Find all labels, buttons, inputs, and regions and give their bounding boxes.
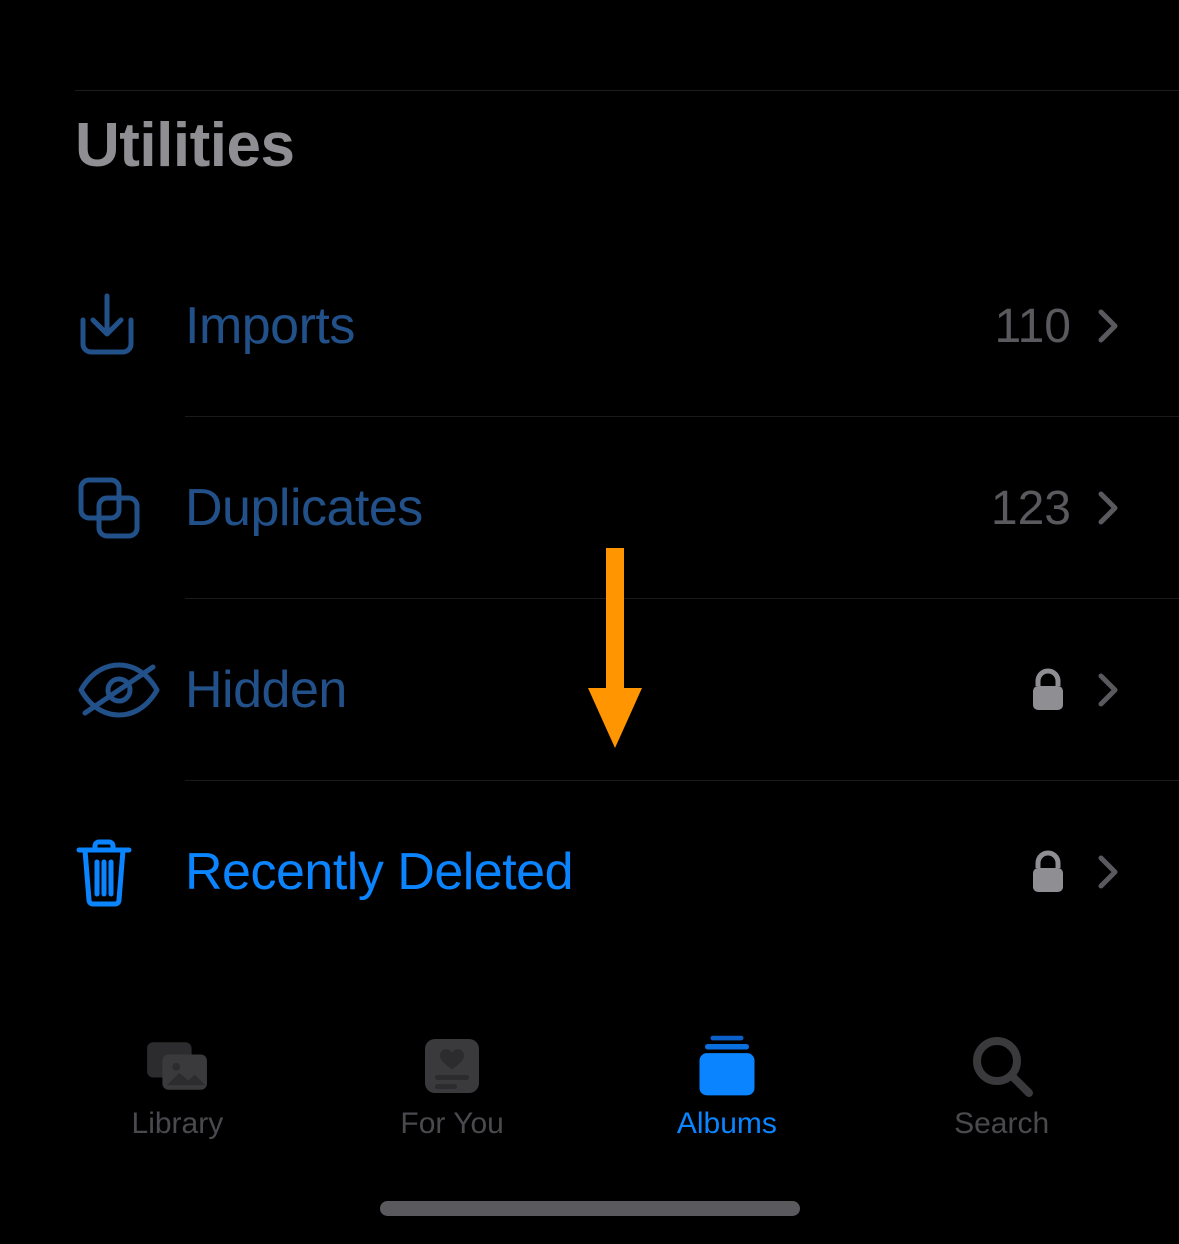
tab-label: For You [400, 1107, 503, 1141]
row-label: Duplicates [185, 478, 991, 538]
chevron-right-icon [1097, 308, 1119, 344]
import-icon [75, 290, 185, 362]
row-label: Imports [185, 296, 994, 356]
library-icon [144, 1037, 210, 1095]
row-recently-deleted[interactable]: Recently Deleted [0, 781, 1179, 963]
tab-library[interactable]: Library [40, 1037, 315, 1141]
section-title-utilities: Utilities [75, 110, 294, 181]
tab-bar: Library For You Albums [0, 1004, 1179, 1174]
for-you-icon [419, 1037, 485, 1095]
tab-label: Search [954, 1107, 1049, 1141]
section-divider [75, 90, 1179, 91]
search-icon [969, 1037, 1035, 1095]
lock-icon [1031, 850, 1065, 894]
row-hidden[interactable]: Hidden [0, 599, 1179, 781]
chevron-right-icon [1097, 854, 1119, 890]
lock-icon [1031, 668, 1065, 712]
albums-utilities-screen: Utilities Imports 110 [0, 0, 1179, 1244]
chevron-right-icon [1097, 490, 1119, 526]
row-duplicates[interactable]: Duplicates 123 [0, 417, 1179, 599]
albums-icon [694, 1037, 760, 1095]
row-label: Hidden [185, 660, 1031, 720]
tab-for-you[interactable]: For You [315, 1037, 590, 1141]
row-label: Recently Deleted [185, 842, 1031, 902]
row-imports[interactable]: Imports 110 [0, 235, 1179, 417]
duplicates-icon [75, 474, 185, 542]
home-indicator[interactable] [380, 1201, 800, 1216]
tab-albums[interactable]: Albums [590, 1037, 865, 1141]
row-count: 123 [991, 481, 1097, 536]
utilities-list: Imports 110 Duplicates 123 [0, 235, 1179, 963]
tab-label: Library [132, 1107, 224, 1141]
tab-search[interactable]: Search [864, 1037, 1139, 1141]
chevron-right-icon [1097, 672, 1119, 708]
row-count: 110 [994, 299, 1097, 354]
hidden-eye-slash-icon [75, 661, 185, 719]
tab-label: Albums [677, 1107, 777, 1141]
trash-icon [75, 836, 185, 908]
